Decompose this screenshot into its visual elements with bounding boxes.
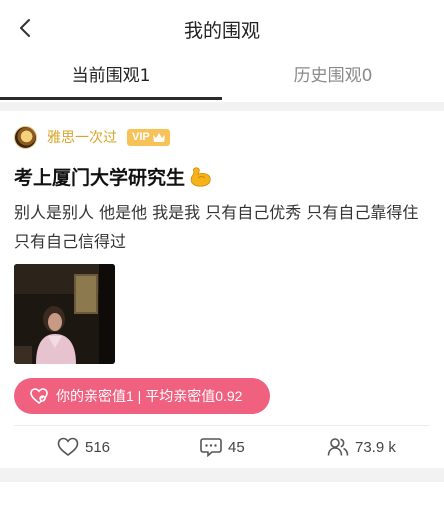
post-image-thumbnail[interactable] [14, 264, 115, 364]
tab-bar: 当前围观1 历史围观0 [0, 56, 444, 102]
post-body: 别人是别人 他是他 我是我 只有自己优秀 只有自己靠得住 只有自己信得过 [14, 203, 419, 251]
tab-history-label: 历史围观0 [293, 66, 373, 86]
heart-icon [57, 437, 79, 457]
intimacy-badge[interactable]: 你的亲密值1 | 平均亲密值0.92 [14, 378, 270, 414]
author-name[interactable]: 雅思一次过 [47, 127, 117, 147]
section-separator-bottom [0, 468, 444, 482]
views-stat: 73.9 k [327, 429, 396, 465]
vip-label: VIP [132, 131, 150, 143]
tab-current-label: 当前围观1 [71, 66, 151, 86]
active-tab-indicator [0, 97, 222, 100]
views-count: 73.9 k [355, 438, 396, 456]
like-count: 516 [85, 438, 111, 456]
post-stats: 516 45 73.9 k [0, 429, 444, 465]
like-button[interactable]: 516 [57, 429, 110, 465]
section-separator [0, 102, 444, 111]
heart-lock-icon [30, 388, 48, 405]
next-post-card [0, 482, 444, 515]
tab-current-watching[interactable]: 当前围观1 [0, 56, 222, 102]
post-card[interactable]: 雅思一次过 VIP 考上厦门大学研究生 别人是别人 他是他 我是我 只有自己优秀… [0, 111, 444, 468]
muscle-emoji-icon [189, 166, 213, 188]
header-bar: 我的围观 [0, 0, 444, 56]
comment-button[interactable]: 45 [200, 429, 245, 465]
post-title-text: 考上厦门大学研究生 [14, 167, 186, 189]
card-divider [14, 425, 430, 426]
people-icon [327, 438, 349, 456]
post-title: 考上厦门大学研究生 [14, 163, 213, 190]
page-title: 我的围观 [183, 20, 260, 42]
comment-icon [200, 438, 222, 457]
intimacy-text: 你的亲密值1 | 平均亲密值0.92 [56, 388, 243, 404]
vip-badge: VIP [127, 128, 170, 146]
comment-count: 45 [228, 438, 245, 456]
author-row: 雅思一次过 VIP [14, 125, 170, 149]
avatar[interactable] [14, 125, 37, 149]
crown-icon [152, 132, 165, 142]
tab-history-watching[interactable]: 历史围观0 [222, 56, 444, 102]
